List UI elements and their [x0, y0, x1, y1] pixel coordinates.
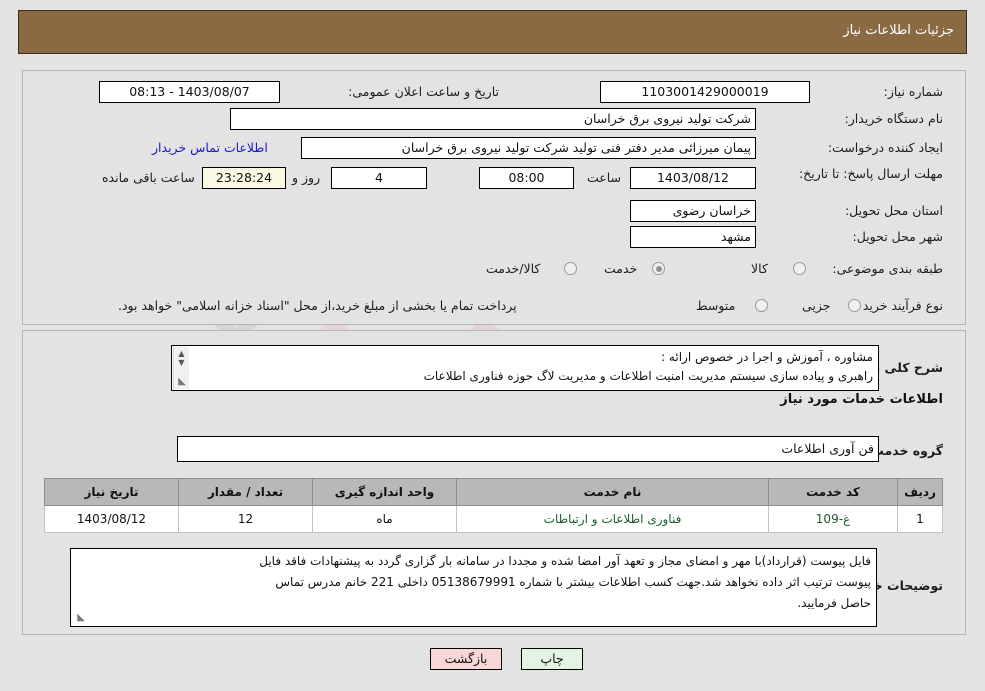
- buyer-notes-textarea[interactable]: فایل پیوست (قرارداد)با مهر و امضای مجاز …: [70, 548, 877, 627]
- col-row: ردیف: [897, 478, 943, 506]
- category-label-kala: کالا: [751, 261, 768, 276]
- buyer-notes-line-2: پیوست ترتیب اثر داده نخواهد شد.جهت کسب ا…: [275, 575, 871, 589]
- page-root: AriaTender.net جزئیات اطلاعات نیاز شماره…: [0, 0, 985, 691]
- page-title: جزئیات اطلاعات نیاز: [843, 23, 954, 38]
- request-creator-value: پیمان میرزائی مدیر دفتر فنی تولید شرکت ت…: [301, 137, 756, 159]
- need-number-value: 1103001429000019: [600, 81, 810, 103]
- service-section-title: اطلاعات خدمات مورد نیاز: [780, 392, 943, 407]
- deadline-hour-label: ساعت: [587, 170, 622, 185]
- scroll-down-icon[interactable]: ▼: [174, 358, 189, 367]
- page-header: جزئیات اطلاعات نیاز: [18, 10, 967, 54]
- category-label: طبقه بندی موضوعی:: [832, 261, 943, 276]
- deadline-date-value: 1403/08/12: [630, 167, 756, 189]
- buyer-org-label: نام دستگاه خریدار:: [844, 111, 943, 126]
- col-code: کد خدمت: [768, 478, 898, 506]
- print-button[interactable]: چاپ: [521, 648, 583, 670]
- process-radio-motavaset[interactable]: [755, 299, 768, 312]
- delivery-city-value: مشهد: [630, 226, 756, 248]
- table-row: 1 غ-109 فناوری اطلاعات و ارتباطات ماه 12…: [44, 505, 943, 533]
- service-items-table: ردیف کد خدمت نام خدمت واحد اندازه گیری ت…: [44, 478, 943, 533]
- back-button[interactable]: بازگشت: [430, 648, 502, 670]
- announce-datetime-value: 1403/08/07 - 08:13: [99, 81, 280, 103]
- cell-date: 1403/08/12: [44, 505, 179, 533]
- purchase-process-label: نوع فرآیند خرید :: [854, 298, 943, 313]
- resize-grip-icon[interactable]: ◣: [176, 377, 186, 387]
- summary-scrollbar[interactable]: ▲ ▼ ◣: [173, 347, 189, 389]
- category-label-kala-khedmat: کالا/خدمت: [486, 261, 541, 276]
- summary-line-2: راهبری و پیاده سازی سیستم مدیریت امنیت ا…: [423, 369, 873, 383]
- col-qty: تعداد / مقدار: [178, 478, 313, 506]
- cell-name: فناوری اطلاعات و ارتباطات: [456, 505, 769, 533]
- request-creator-label: ایجاد کننده درخواست:: [827, 140, 943, 155]
- announce-datetime-label: تاریخ و ساعت اعلان عمومی:: [348, 84, 499, 99]
- buyer-contact-link[interactable]: اطلاعات تماس خریدار: [152, 140, 268, 155]
- buyer-notes-line-1: فایل پیوست (قرارداد)با مهر و امضای مجاز …: [259, 554, 871, 568]
- col-name: نام خدمت: [456, 478, 769, 506]
- process-label-jozii: جزیی: [802, 298, 831, 313]
- notes-resize-grip-icon[interactable]: ◣: [75, 613, 85, 623]
- service-group-value: فن آوری اطلاعات: [177, 436, 879, 462]
- remaining-suffix-label: ساعت باقی مانده: [102, 170, 195, 185]
- remaining-time-value: 23:28:24: [202, 167, 286, 189]
- category-radio-kala-khedmat[interactable]: [564, 262, 577, 275]
- delivery-province-label: استان محل تحویل:: [844, 203, 943, 218]
- category-radio-khedmat[interactable]: [652, 262, 665, 275]
- table-header-row: ردیف کد خدمت نام خدمت واحد اندازه گیری ت…: [44, 478, 943, 506]
- days-and-label: روز و: [292, 170, 321, 185]
- treasury-bond-note: پرداخت تمام یا بخشی از مبلغ خرید،از محل …: [118, 298, 517, 313]
- buyer-notes-line-3: حاصل فرمایید.: [797, 596, 871, 610]
- summary-line-1: مشاوره ، آموزش و اجرا در خصوص ارائه :: [661, 350, 873, 364]
- cell-code: غ-109: [768, 505, 898, 533]
- delivery-province-value: خراسان رضوی: [630, 200, 756, 222]
- col-date: تاریخ نیاز: [44, 478, 179, 506]
- response-deadline-label: مهلت ارسال پاسخ: تا تاریخ:: [798, 166, 943, 181]
- col-unit: واحد اندازه گیری: [312, 478, 457, 506]
- buyer-org-value: شرکت تولید نیروی برق خراسان: [230, 108, 756, 130]
- cell-qty: 12: [178, 505, 313, 533]
- category-radio-kala[interactable]: [793, 262, 806, 275]
- need-number-label: شماره نیاز:: [883, 84, 943, 99]
- scroll-up-icon[interactable]: ▲: [174, 349, 189, 358]
- remaining-days-value: 4: [331, 167, 427, 189]
- process-radio-jozii[interactable]: [848, 299, 861, 312]
- cell-unit: ماه: [312, 505, 457, 533]
- process-label-motavaset: متوسط: [696, 298, 736, 313]
- summary-textarea[interactable]: ▲ ▼ ◣ مشاوره ، آموزش و اجرا در خصوص ارائ…: [171, 345, 879, 391]
- category-label-khedmat: خدمت: [604, 261, 638, 276]
- delivery-city-label: شهر محل تحویل:: [852, 229, 943, 244]
- cell-row: 1: [897, 505, 943, 533]
- deadline-hour-value: 08:00: [479, 167, 574, 189]
